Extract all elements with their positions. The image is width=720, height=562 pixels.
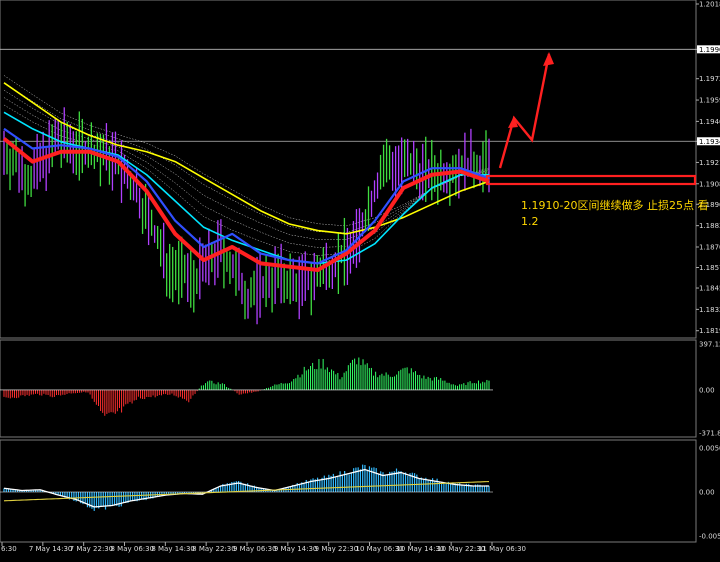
price-tick-label: 1.19085 xyxy=(699,180,720,188)
osc2-tick-label: 0.00500 xyxy=(699,445,720,453)
time-tick-label: 7 May 14:30 xyxy=(29,545,73,553)
price-tick-label: 1.18830 xyxy=(699,222,720,230)
osc1-tick-label: 0.00 xyxy=(699,386,715,394)
osc2-tick-label: 0.00 xyxy=(699,489,715,497)
time-tick-label: 9 May 14:30 xyxy=(274,545,318,553)
price-tick-label: 1.18575 xyxy=(699,264,720,272)
time-tick-label: 7 May 22:30 xyxy=(70,545,114,553)
osc1-tick-label: 397.12 xyxy=(699,341,720,349)
time-tick-label: 9 May 22:30 xyxy=(315,545,359,553)
price-tick-label: 1.19215 xyxy=(699,159,720,167)
time-tick-label: 6:30 xyxy=(1,545,17,553)
time-tick-label: 11 May 06:30 xyxy=(478,545,526,553)
annotation-line-1: 1.1910-20区间继续做多 止损25点 看 xyxy=(521,198,708,212)
time-tick-label: 8 May 22:30 xyxy=(192,545,236,553)
chart-canvas: 1.20180 1.19904 1.19725 1.19595 1.19465 1.193… xyxy=(0,0,720,562)
price-tick-label: 1.18700 xyxy=(699,243,720,251)
price-tick-label: 1.19725 xyxy=(699,75,720,83)
time-tick-label: 8 May 14:30 xyxy=(151,545,195,553)
price-level-tag-label: 1.19904 xyxy=(699,46,720,54)
price-tick-label: 1.18450 xyxy=(699,285,720,293)
price-level-tag-label: 1.19344 xyxy=(699,138,720,146)
price-tick-label: 1.20180 xyxy=(699,1,720,9)
price-tick-label: 1.18190 xyxy=(699,327,720,335)
time-tick-label: 9 May 06:30 xyxy=(233,545,277,553)
annotation-line-2: 1.2 xyxy=(521,215,539,228)
price-tick-label: 1.19465 xyxy=(699,118,720,126)
osc2-tick-label: -0.00500 xyxy=(699,533,720,541)
osc1-tick-label: -371.88 xyxy=(699,430,720,438)
price-tick-label: 1.19595 xyxy=(699,97,720,105)
price-tick-label: 1.18320 xyxy=(699,306,720,314)
time-tick-label: 8 May 06:30 xyxy=(111,545,155,553)
